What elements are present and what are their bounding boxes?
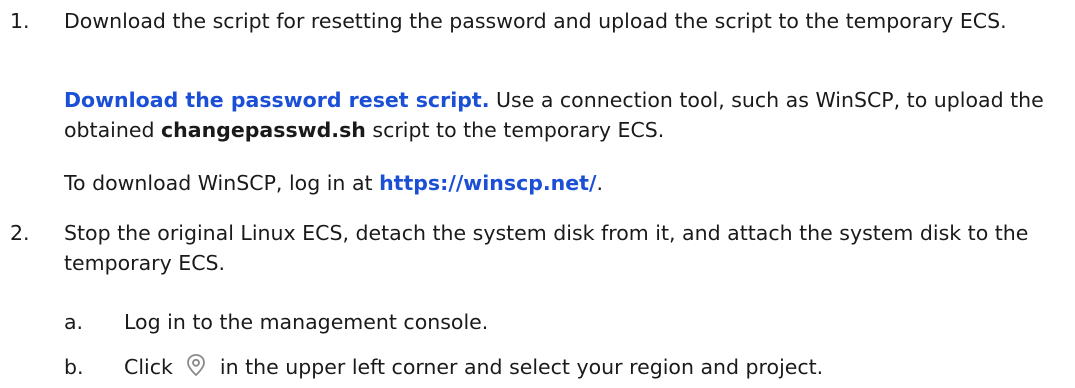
step-1-paragraph-2-text-a: To download WinSCP, log in at	[64, 171, 380, 195]
location-pin-icon	[181, 352, 211, 380]
script-filename: changepasswd.sh	[161, 118, 366, 142]
step-1-paragraph-1: Download the password reset script. Use …	[64, 85, 1067, 145]
step-1-number: 1.	[10, 9, 30, 33]
step-1-paragraph-1-text-b: script to the temporary ECS.	[365, 118, 665, 142]
procedure-page: 1. Download the script for resetting the…	[0, 0, 1075, 387]
step-1-paragraph-2: To download WinSCP, log in at https://wi…	[64, 168, 1067, 198]
step-1-paragraph-2-text-b: .	[596, 171, 603, 195]
substep-b-text-a: Click	[124, 355, 180, 379]
substep-a-label: a.	[64, 310, 84, 334]
substep-b-text-b: in the upper left corner and select your…	[213, 355, 824, 379]
winscp-link[interactable]: https://winscp.net/	[379, 171, 596, 195]
step-2-number: 2.	[10, 221, 30, 245]
substep-a-text: Log in to the management console.	[124, 310, 489, 334]
substep-b-label: b.	[64, 355, 84, 379]
step-2-text: Stop the original Linux ECS, detach the …	[64, 221, 1029, 275]
step-1-text: Download the script for resetting the pa…	[64, 9, 1007, 33]
download-script-link[interactable]: Download the password reset script.	[64, 88, 490, 112]
substep-b-text: Click in the upper left corner and selec…	[124, 352, 1067, 382]
